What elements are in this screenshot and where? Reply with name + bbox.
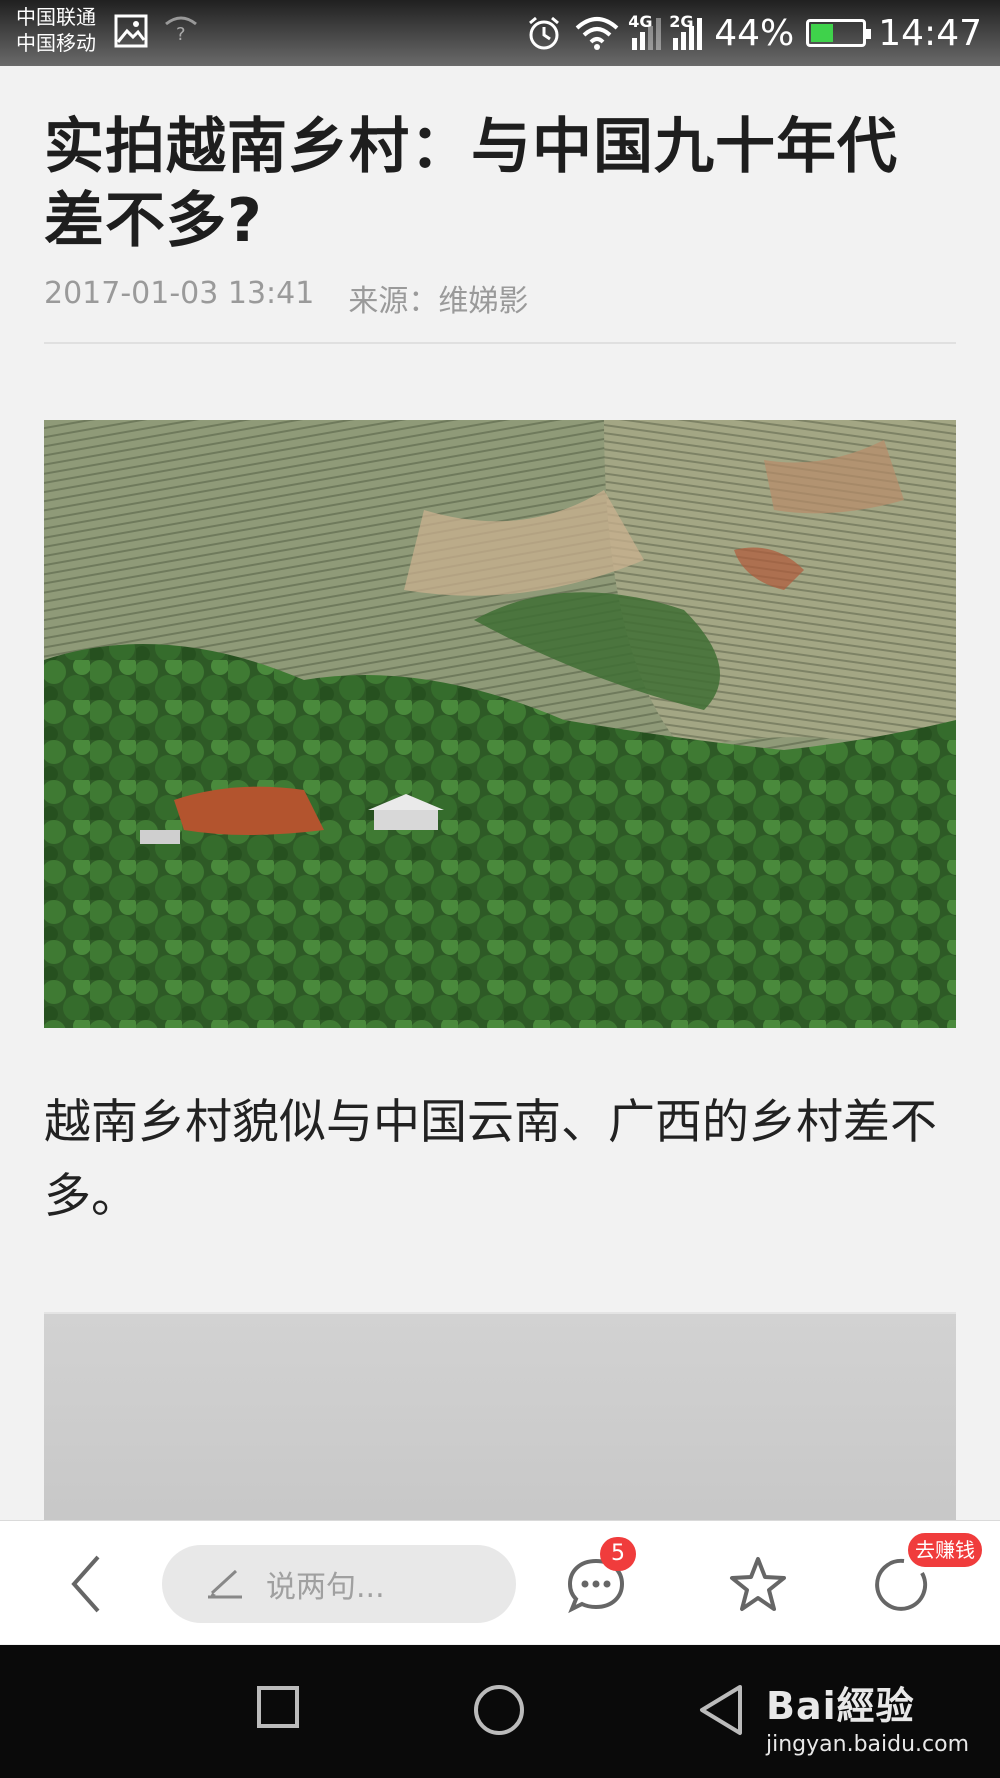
home-icon[interactable] — [472, 1683, 526, 1737]
star-icon — [730, 1557, 786, 1611]
comment-placeholder: 说两句... — [266, 1570, 385, 1605]
article-meta: 2017-01-03 13:41 来源：维娣影 — [44, 276, 956, 320]
battery-icon — [806, 19, 872, 47]
battery-percent: 44% — [714, 12, 795, 54]
article: 实拍越南乡村：与中国九十年代差不多? 2017-01-03 13:41 来源：维… — [44, 66, 956, 1592]
rice-terrace-image — [44, 420, 956, 1028]
svg-text:?: ? — [176, 24, 186, 44]
comments-button[interactable]: 5 — [564, 1537, 636, 1617]
clock: 14:47 — [878, 12, 982, 54]
screenshot-icon — [114, 14, 148, 48]
article-title: 实拍越南乡村：与中国九十年代差不多? — [44, 112, 898, 256]
baidu-watermark: Bai經验 jingyan.baidu.com — [766, 1675, 969, 1757]
earn-badge: 去赚钱 — [906, 1531, 984, 1569]
article-source: 来源：维娣影 — [348, 284, 529, 319]
carrier-2: 中国移动 — [16, 31, 96, 55]
comment-input[interactable]: 说两句... — [162, 1545, 516, 1623]
comment-count-badge: 5 — [600, 1537, 636, 1571]
earn-button[interactable]: 去赚钱 — [872, 1531, 984, 1617]
watermark-url: jingyan.baidu.com — [766, 1732, 970, 1757]
signal-2g-icon: 2G — [669, 12, 703, 50]
recent-apps-icon[interactable] — [254, 1683, 302, 1731]
divider — [44, 342, 956, 344]
favorite-button[interactable] — [726, 1553, 790, 1617]
pencil-icon — [208, 1569, 242, 1599]
battery-fill — [811, 24, 834, 42]
status-bar: 中国联通 中国移动 ? 4G 2G 44% 14:47 — [0, 0, 1000, 66]
wifi-unknown-icon: ? — [165, 16, 197, 44]
article-photo-rice-terraces[interactable] — [44, 420, 956, 1028]
back-triangle-icon[interactable] — [696, 1683, 746, 1737]
system-nav-bar: Bai經验 jingyan.baidu.com — [0, 1645, 1000, 1778]
signal-4g-icon: 4G — [628, 12, 662, 50]
back-arrow-icon[interactable] — [58, 1549, 118, 1619]
alarm-icon — [529, 16, 560, 50]
network-2-label: 2G — [669, 12, 694, 31]
carrier-names: 中国联通 中国移动 — [16, 4, 96, 56]
watermark-brand: Bai經验 — [766, 1684, 915, 1728]
article-paragraph: 越南乡村貌似与中国云南、广西的乡村差不多。 — [44, 1095, 937, 1224]
wifi-icon — [575, 17, 619, 50]
article-date: 2017-01-03 13:41 — [44, 276, 315, 311]
bottom-toolbar: 说两句... 5 去赚钱 — [0, 1520, 1000, 1644]
carrier-1: 中国联通 — [16, 5, 96, 29]
